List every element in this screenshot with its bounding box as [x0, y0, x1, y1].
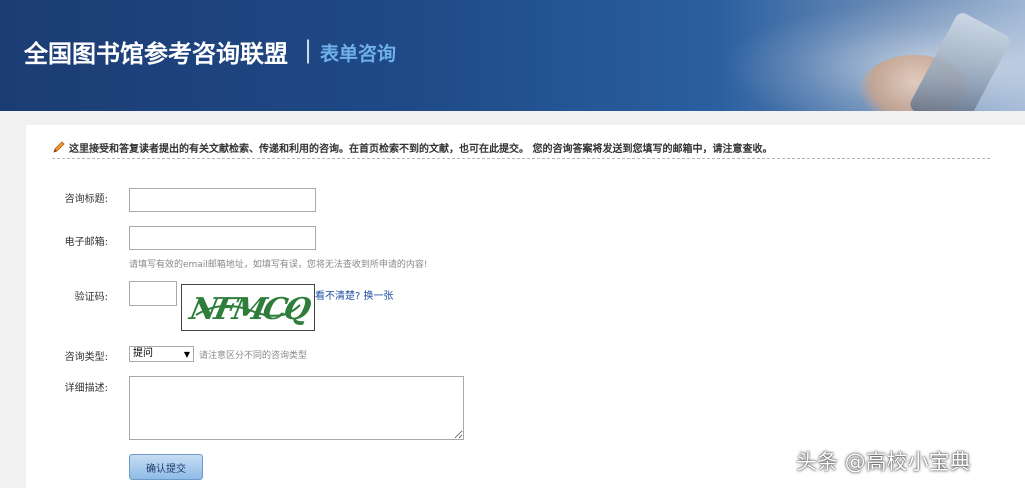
watermark-text: 头条 @高校小宝典: [796, 450, 971, 474]
type-label: 咨询类型:: [64, 352, 108, 363]
page-subtitle: 表单咨询: [320, 43, 397, 65]
title-separator: |: [304, 36, 313, 64]
type-hint: 请注意区分不同的咨询类型: [199, 351, 308, 361]
subject-label: 咨询标题:: [64, 194, 108, 205]
email-hint: 请填写有效的email邮箱地址，如填写有误，您将无法查收到所申请的内容!: [129, 260, 428, 270]
captcha-image[interactable]: NFMCQ: [181, 284, 315, 331]
notice-bar: 这里接受和答复读者提出的有关文献检索、传递和利用的咨询。在首页检索不到的文献，也…: [52, 140, 990, 159]
subject-input[interactable]: [129, 188, 316, 212]
dropdown-arrow-icon: ▼: [183, 350, 190, 359]
captcha-label: 验证码:: [74, 292, 108, 303]
details-textarea[interactable]: [129, 376, 464, 440]
header-banner: 全国图书馆参考咨询联盟 | 表单咨询: [0, 0, 1025, 111]
pencil-icon: [53, 141, 65, 153]
site-title: 全国图书馆参考咨询联盟: [24, 40, 288, 68]
captcha-graphic: NFMCQ: [186, 292, 314, 327]
type-selected-value: 提问: [133, 348, 153, 359]
email-input[interactable]: [129, 226, 316, 250]
email-label: 电子邮箱:: [64, 237, 108, 248]
type-select[interactable]: 提问 ▼: [129, 346, 194, 362]
notice-text: 这里接受和答复读者提出的有关文献检索、传递和利用的咨询。在首页检索不到的文献，也…: [69, 144, 773, 155]
captcha-input[interactable]: [129, 281, 177, 306]
submit-button[interactable]: 确认提交: [129, 454, 203, 480]
details-label: 详细描述:: [64, 383, 108, 394]
refresh-captcha-link[interactable]: 看不清楚? 换一张: [315, 287, 394, 302]
